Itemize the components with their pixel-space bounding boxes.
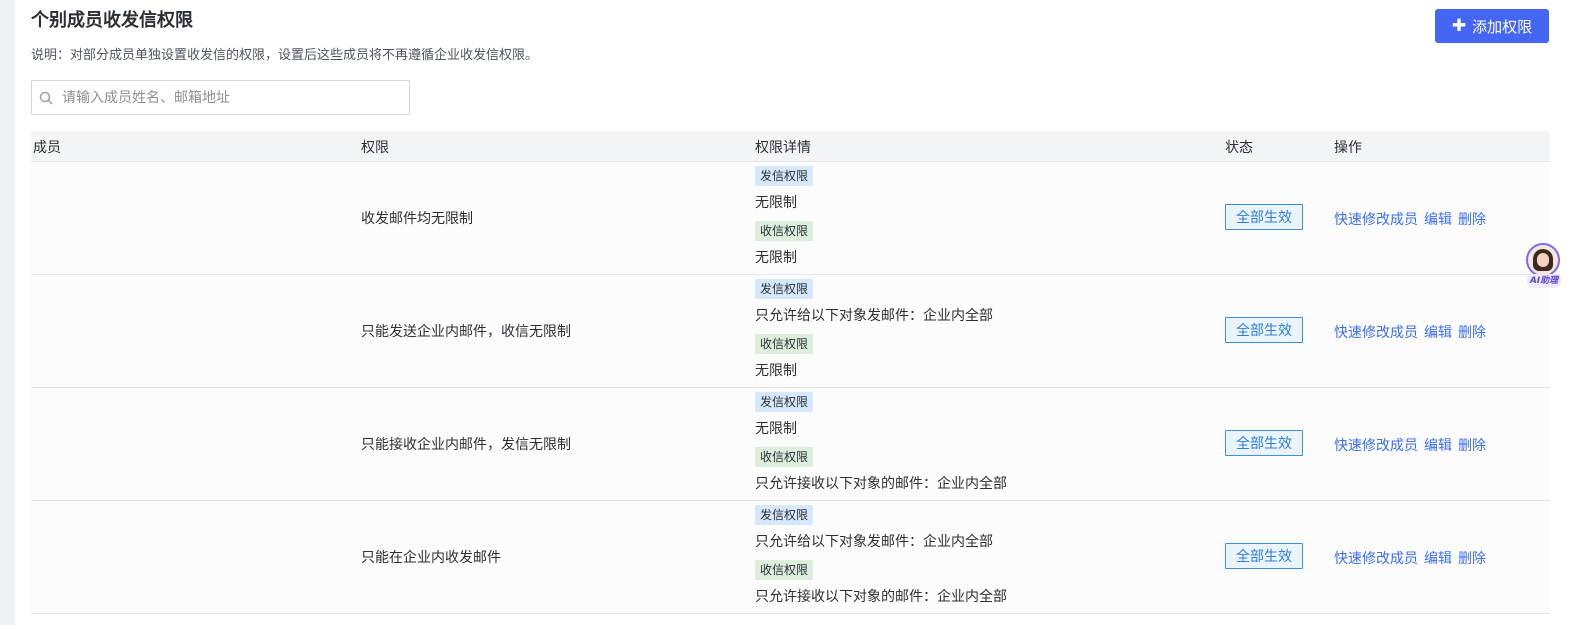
permission-detail-cell: 发信权限 无限制 收信权限 无限制 [755,166,1175,276]
page-panel: 个别成员收发信权限 说明：对部分成员单独设置收发信的权限，设置后这些成员将不再遵… [15,0,1581,625]
search-box[interactable] [31,80,410,115]
receive-permission-tag: 收信权限 [755,447,814,467]
plus-icon: ✚ [1451,15,1467,36]
quick-edit-members-link[interactable]: 快速修改成员 [1334,212,1418,228]
table-row: 只能接收企业内邮件，发信无限制 发信权限 无限制 收信权限 只允许接收以下对象的… [31,388,1550,501]
permission-cell: 只能在企业内收发邮件 [361,550,501,566]
delete-link[interactable]: 删除 [1458,551,1486,567]
column-header-status: 状态 [1225,140,1253,156]
receive-permission-tag: 收信权限 [755,334,814,354]
column-header-operations: 操作 [1334,140,1362,156]
page-description: 说明：对部分成员单独设置收发信的权限，设置后这些成员将不再遵循企业收发信权限。 [31,48,539,63]
receive-permission-detail: 只允许接收以下对象的邮件：企业内全部 [755,589,1007,605]
receive-permission-detail: 无限制 [755,363,797,379]
search-input[interactable] [60,88,394,107]
receive-permission-detail: 无限制 [755,250,797,266]
column-header-permission: 权限 [361,140,389,156]
send-permission-detail: 无限制 [755,195,797,211]
delete-link[interactable]: 删除 [1458,438,1486,454]
send-permission-detail: 只允许给以下对象发邮件：企业内全部 [755,534,993,550]
quick-edit-members-link[interactable]: 快速修改成员 [1334,551,1418,567]
edit-link[interactable]: 编辑 [1424,551,1452,567]
operations-cell: 快速修改成员 编辑 删除 [1334,209,1492,229]
table-header: 成员 权限 权限详情 状态 操作 [31,131,1550,162]
add-permission-button[interactable]: ✚ 添加权限 [1435,9,1549,43]
send-permission-tag: 发信权限 [755,279,814,299]
column-header-detail: 权限详情 [755,140,811,156]
table-row: 只能在企业内收发邮件 发信权限 只允许给以下对象发邮件：企业内全部 收信权限 只… [31,501,1550,614]
permissions-table: 成员 权限 权限详情 状态 操作 收发邮件均无限制 发信权限 无限制 收信权限 … [31,131,1550,614]
ai-assistant-label: AI助理 [1527,274,1561,288]
receive-permission-tag: 收信权限 [755,560,814,580]
table-row: 收发邮件均无限制 发信权限 无限制 收信权限 无限制 全部生效 快速修改成员 编辑… [31,162,1550,275]
send-permission-tag: 发信权限 [755,505,814,525]
column-header-member: 成员 [33,140,61,156]
send-permission-tag: 发信权限 [755,166,814,186]
status-badge: 全部生效 [1225,430,1303,456]
edit-link[interactable]: 编辑 [1424,325,1452,341]
delete-link[interactable]: 删除 [1458,212,1486,228]
receive-permission-detail: 只允许接收以下对象的邮件：企业内全部 [755,476,1007,492]
permission-detail-cell: 发信权限 只允许给以下对象发邮件：企业内全部 收信权限 只允许接收以下对象的邮件… [755,505,1175,615]
edit-link[interactable]: 编辑 [1424,438,1452,454]
search-icon [32,91,60,105]
operations-cell: 快速修改成员 编辑 删除 [1334,322,1492,342]
status-badge: 全部生效 [1225,204,1303,230]
send-permission-tag: 发信权限 [755,392,814,412]
operations-cell: 快速修改成员 编辑 删除 [1334,548,1492,568]
permission-cell: 收发邮件均无限制 [361,211,473,227]
add-permission-label: 添加权限 [1472,17,1533,36]
status-badge: 全部生效 [1225,317,1303,343]
quick-edit-members-link[interactable]: 快速修改成员 [1334,438,1418,454]
edit-link[interactable]: 编辑 [1424,212,1452,228]
ai-assistant-avatar-icon [1526,243,1560,277]
permission-detail-cell: 发信权限 只允许给以下对象发邮件：企业内全部 收信权限 无限制 [755,279,1175,389]
table-row: 只能发送企业内邮件，收信无限制 发信权限 只允许给以下对象发邮件：企业内全部 收… [31,275,1550,388]
receive-permission-tag: 收信权限 [755,221,814,241]
permission-cell: 只能发送企业内邮件，收信无限制 [361,324,571,340]
send-permission-detail: 无限制 [755,421,797,437]
quick-edit-members-link[interactable]: 快速修改成员 [1334,325,1418,341]
operations-cell: 快速修改成员 编辑 删除 [1334,435,1492,455]
ai-assistant-button[interactable]: AI助理 [1526,243,1562,289]
page-title: 个别成员收发信权限 [31,10,193,31]
permission-detail-cell: 发信权限 无限制 收信权限 只允许接收以下对象的邮件：企业内全部 [755,392,1175,502]
status-badge: 全部生效 [1225,543,1303,569]
permission-cell: 只能接收企业内邮件，发信无限制 [361,437,571,453]
delete-link[interactable]: 删除 [1458,325,1486,341]
send-permission-detail: 只允许给以下对象发邮件：企业内全部 [755,308,993,324]
